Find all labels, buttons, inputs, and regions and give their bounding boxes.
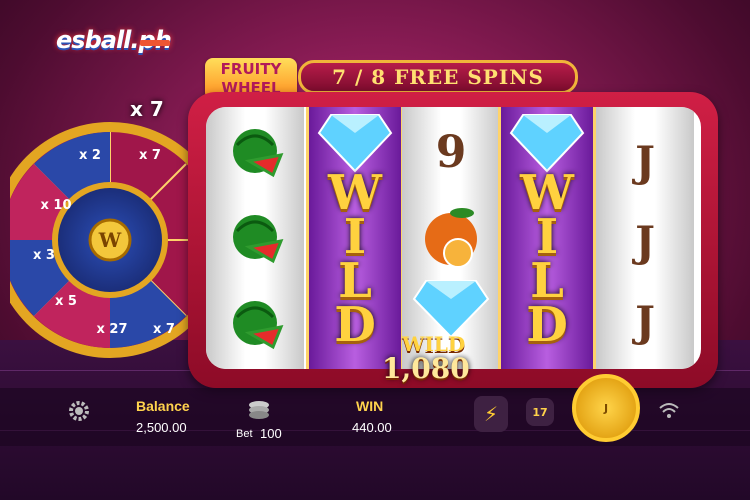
turbo-button[interactable]: ⚡ xyxy=(474,396,508,432)
wheel-segment: x 3 xyxy=(33,248,55,263)
reel-3: 9 xyxy=(402,107,500,369)
free-spins-banner: 7 / 8 FREE SPINS xyxy=(298,60,578,94)
win-value: 440.00 xyxy=(352,420,392,435)
win-amount: 1,080 xyxy=(382,352,470,385)
wheel-segment: x 10 xyxy=(40,198,72,213)
wheel-segment: x 2 xyxy=(79,148,101,163)
logo-accent xyxy=(140,40,170,46)
wifi-icon xyxy=(659,403,679,418)
chips-icon xyxy=(249,401,269,419)
reel-4: W I L D xyxy=(498,107,596,369)
reel-window: W I L D 9 W I L D J J J xyxy=(206,107,701,369)
balance-label: Balance xyxy=(136,398,190,414)
reel-5: J J J xyxy=(596,107,694,369)
wild-letter: D xyxy=(334,297,376,353)
wheel-center: W xyxy=(98,228,122,252)
wheel-segment: x 7 xyxy=(139,148,161,163)
wheel-segment: x 5 xyxy=(55,294,77,309)
win-label: WIN xyxy=(356,398,384,414)
watermelon-icon xyxy=(233,129,284,350)
wild-letter: D xyxy=(526,297,568,353)
j-symbol: J xyxy=(635,137,655,186)
wheel-segment: x 7 xyxy=(153,322,175,337)
j-symbol: J xyxy=(635,217,655,266)
wheel-multiplier: x 7 xyxy=(130,97,164,121)
reel-2: W I L D xyxy=(306,107,404,369)
bet-value: 100 xyxy=(260,426,282,441)
gear-icon[interactable] xyxy=(62,396,96,426)
gear-icon xyxy=(69,401,89,421)
diamond-icon xyxy=(412,280,490,339)
bonus-wheel: W x 2 x 10 x 3 x 5 x 27 x 7 x 7 xyxy=(10,100,210,370)
chips-icon[interactable] xyxy=(246,398,272,420)
wifi-icon xyxy=(656,398,682,422)
bet-label: Bet xyxy=(236,428,253,440)
j-symbol: J xyxy=(635,297,655,346)
balance-value: 2,500.00 xyxy=(136,420,187,435)
lightning-icon: ⚡ xyxy=(483,402,499,426)
auto-spin-button[interactable]: 17 xyxy=(526,398,554,426)
spin-button[interactable]: J xyxy=(572,374,640,442)
auto-count: 17 xyxy=(532,405,548,419)
spin-label: J xyxy=(603,401,609,415)
wheel-segment: x 27 xyxy=(96,322,128,337)
reel-1 xyxy=(206,107,304,369)
